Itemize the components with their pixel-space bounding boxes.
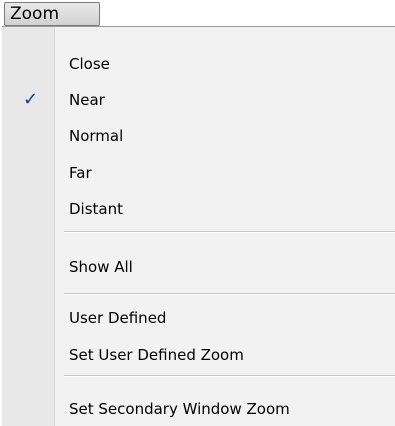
menu-item-label: User Defined (69, 309, 167, 327)
menu-item-label: Close (69, 55, 110, 73)
menu-item-label: Set Secondary Window Zoom (69, 400, 290, 418)
menu-item-label: Far (69, 164, 92, 182)
menu-separator (64, 293, 395, 295)
menu-item-label: Show All (69, 258, 133, 276)
menu-item-near[interactable]: ✓ Near (2, 83, 395, 117)
menu-item-label: Normal (69, 127, 124, 145)
menu-item-label: Near (69, 91, 105, 109)
zoom-dropdown-menu: Close ✓ Near Normal Far Distant Show All… (2, 26, 395, 426)
menu-item-user-defined[interactable]: User Defined (2, 301, 395, 335)
menu-item-normal[interactable]: Normal (2, 119, 395, 153)
menu-item-show-all[interactable]: Show All (2, 250, 395, 284)
zoom-menu-screen: Zoom Close ✓ Near Normal Far Distant Sho… (0, 0, 395, 426)
menu-item-set-secondary-window-zoom[interactable]: Set Secondary Window Zoom (2, 392, 395, 426)
checkmark-icon: ✓ (23, 89, 39, 110)
menu-item-label: Distant (69, 200, 123, 218)
menu-separator (64, 231, 395, 233)
menu-item-far[interactable]: Far (2, 156, 395, 190)
menu-item-close[interactable]: Close (2, 47, 395, 81)
menu-item-distant[interactable]: Distant (2, 192, 395, 226)
menu-item-label: Set User Defined Zoom (69, 346, 244, 364)
menu-separator (64, 375, 395, 377)
menu-item-set-user-defined-zoom[interactable]: Set User Defined Zoom (2, 338, 395, 372)
zoom-menu-button[interactable]: Zoom (4, 2, 100, 26)
